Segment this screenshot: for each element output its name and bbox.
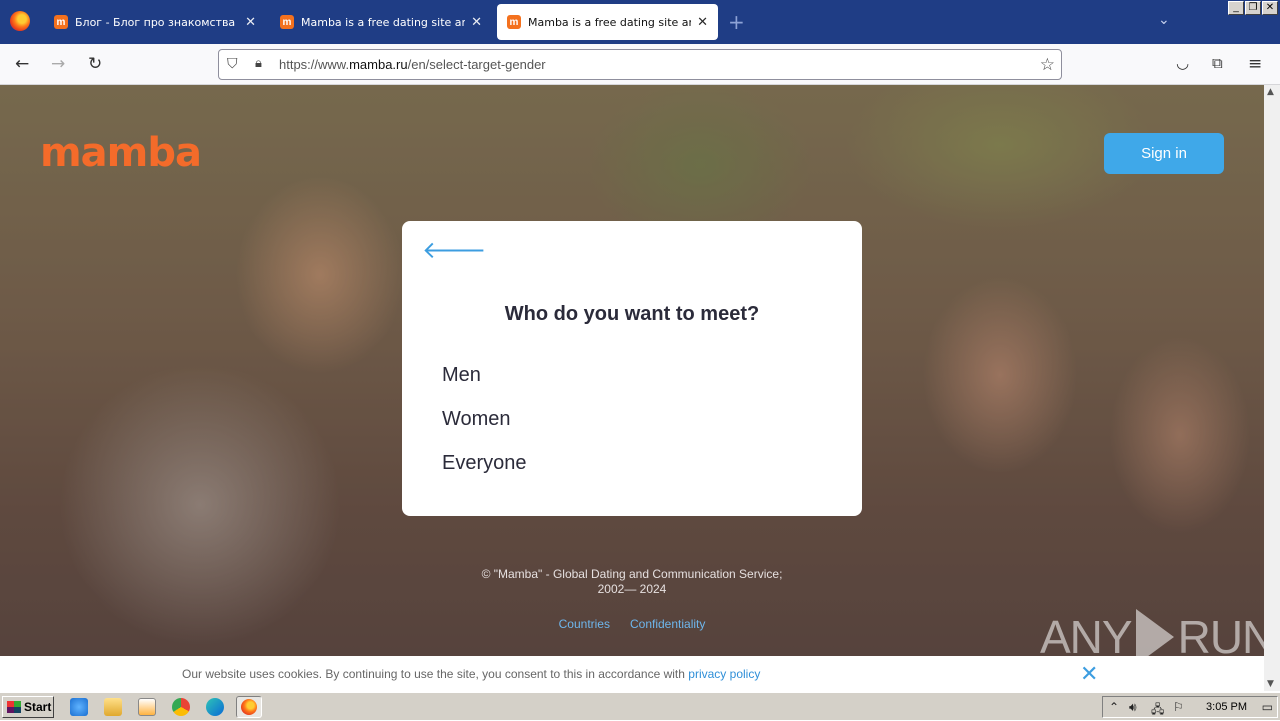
show-desktop-icon[interactable]: ▭ [1262, 700, 1273, 714]
menu-icon[interactable]: ≡ [1248, 54, 1262, 74]
tab-blog[interactable]: m Блог - Блог про знакомства и отн ✕ [44, 4, 266, 40]
pocket-icon[interactable]: ◡ [1176, 54, 1189, 72]
close-tab-icon[interactable]: ✕ [697, 15, 708, 30]
page-background: mamba Sign in 🡐 Who do you want to meet?… [0, 85, 1264, 691]
mamba-favicon-icon: m [54, 15, 68, 29]
new-tab-button[interactable]: + [728, 10, 745, 34]
cookie-banner: Our website uses cookies. By continuing … [0, 656, 1264, 691]
edge-icon[interactable] [206, 698, 224, 716]
lock-icon[interactable]: 🔒︎ [255, 56, 262, 71]
firefox-taskbar-button[interactable] [236, 696, 262, 718]
window-controls: _ ❐ ✕ [1228, 1, 1278, 15]
tab-title: Mamba is a free dating site and a c [301, 15, 466, 29]
explorer-folder-icon[interactable] [104, 698, 122, 716]
tab-title: Mamba is a free dating site and a c [528, 15, 691, 29]
maximize-button[interactable]: ❐ [1245, 1, 1261, 15]
option-men[interactable]: Men [442, 364, 481, 387]
browser-toolbar: ← → ↻ ⛉ 🔒︎ https://www.mamba.ru/en/selec… [0, 44, 1280, 85]
countries-link[interactable]: Countries [559, 617, 610, 631]
back-arrow-icon[interactable]: 🡐 [422, 235, 486, 264]
copyright-text: © "Mamba" - Global Dating and Communicat… [481, 567, 783, 596]
minimize-button[interactable]: _ [1228, 1, 1244, 15]
tray-expand-icon[interactable]: ⌃ [1109, 700, 1119, 714]
close-window-button[interactable]: ✕ [1262, 1, 1278, 15]
address-bar[interactable]: ⛉ 🔒︎ https://www.mamba.ru/en/select-targ… [218, 49, 1062, 80]
browser-tab-strip: m Блог - Блог про знакомства и отн ✕ m M… [0, 0, 1280, 44]
system-tray: ⌃ 🔊︎ 🖧 ⚐ 3:05 PM ▭ [1102, 696, 1278, 718]
close-tab-icon[interactable]: ✕ [471, 15, 482, 30]
list-tabs-chevron-icon[interactable]: ⌄ [1158, 12, 1170, 28]
tab-mamba-active[interactable]: m Mamba is a free dating site and a c ✕ [497, 4, 718, 40]
mamba-logo[interactable]: mamba [40, 129, 202, 177]
sign-in-button[interactable]: Sign in [1104, 133, 1224, 174]
windows-taskbar: Start ⌃ 🔊︎ 🖧 ⚐ 3:05 PM ▭ [0, 692, 1280, 720]
shield-icon[interactable]: ⛉ [227, 56, 238, 72]
clock[interactable]: 3:05 PM [1206, 701, 1247, 713]
cookie-text: Our website uses cookies. By continuing … [182, 667, 761, 681]
back-arrow-icon[interactable]: ← [15, 54, 29, 74]
privacy-policy-link[interactable]: privacy policy [688, 667, 760, 681]
network-icon[interactable]: 🖧 [1151, 700, 1164, 721]
firefox-icon [241, 699, 257, 715]
bookmark-star-icon[interactable]: ☆ [1040, 55, 1055, 75]
ie-icon[interactable] [70, 698, 88, 716]
close-tab-icon[interactable]: ✕ [245, 15, 256, 30]
start-button[interactable]: Start [2, 696, 54, 718]
option-everyone[interactable]: Everyone [442, 452, 527, 475]
media-player-icon[interactable] [138, 698, 156, 716]
firefox-icon[interactable] [10, 11, 30, 31]
reload-icon[interactable]: ↻ [88, 54, 102, 74]
windows-logo-icon [7, 701, 21, 713]
target-gender-card: 🡐 Who do you want to meet? Men Women Eve… [402, 221, 862, 516]
close-cookie-icon[interactable]: ✕ [1080, 661, 1098, 687]
vertical-scrollbar[interactable]: ▲ ▼ [1264, 85, 1280, 691]
tab-title: Блог - Блог про знакомства и отн [75, 15, 239, 29]
card-title: Who do you want to meet? [504, 303, 760, 325]
tab-mamba-1[interactable]: m Mamba is a free dating site and a c ✕ [270, 4, 492, 40]
confidentiality-link[interactable]: Confidentiality [630, 617, 705, 631]
mamba-favicon-icon: m [507, 15, 521, 29]
chrome-icon[interactable] [172, 698, 190, 716]
mamba-favicon-icon: m [280, 15, 294, 29]
extensions-icon[interactable]: ⧉ [1212, 54, 1223, 72]
url-text[interactable]: https://www.mamba.ru/en/select-target-ge… [279, 57, 546, 72]
scroll-down-icon[interactable]: ▼ [1267, 679, 1274, 689]
option-women[interactable]: Women [442, 408, 511, 431]
flag-icon[interactable]: ⚐ [1173, 700, 1184, 714]
volume-icon[interactable]: 🔊︎ [1129, 700, 1137, 715]
forward-arrow-icon[interactable]: → [51, 54, 65, 74]
scroll-up-icon[interactable]: ▲ [1267, 87, 1274, 97]
